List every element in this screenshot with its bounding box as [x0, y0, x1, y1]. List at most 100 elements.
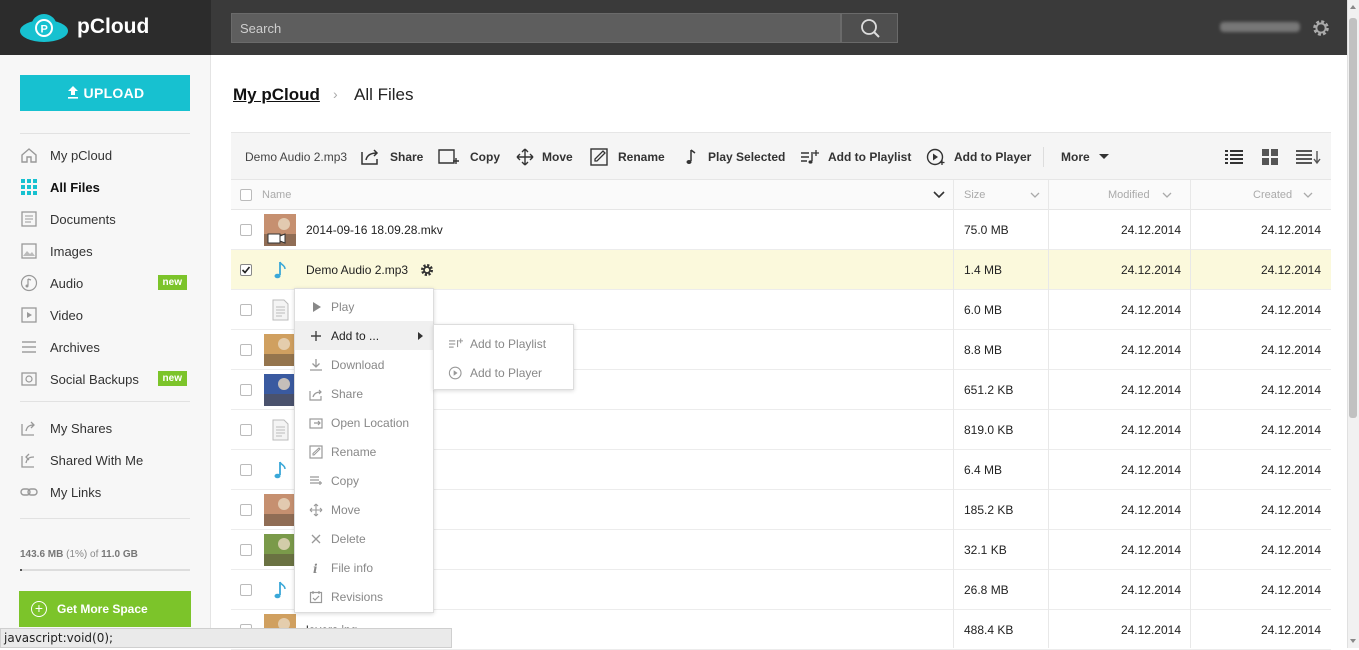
- backup-icon: [20, 370, 38, 388]
- more-label: More: [1061, 150, 1090, 164]
- sidebar-item-social-backups[interactable]: Social Backups new: [20, 368, 190, 390]
- context-menu-play[interactable]: Play: [295, 292, 433, 321]
- add-to-player-button[interactable]: Add to Player: [926, 133, 1031, 181]
- svg-text:i: i: [313, 562, 318, 575]
- logo-area[interactable]: P pCloud: [0, 0, 211, 55]
- sidebar-item-documents[interactable]: Documents: [20, 208, 190, 230]
- sidebar-divider: [20, 518, 190, 519]
- browser-status-bar: javascript:void(0);: [0, 628, 452, 648]
- gear-icon[interactable]: [419, 262, 435, 278]
- row-checkbox[interactable]: [240, 264, 252, 276]
- search-input[interactable]: [231, 13, 841, 43]
- search-button[interactable]: [841, 13, 898, 43]
- context-menu-open-location[interactable]: Open Location: [295, 408, 433, 437]
- file-name[interactable]: 2014-09-16 18.09.28.mkv: [306, 210, 443, 250]
- quota-percent: (1%) of: [66, 549, 99, 560]
- context-menu-download[interactable]: Download: [295, 350, 433, 379]
- row-checkbox[interactable]: [240, 504, 252, 516]
- file-size: 488.4 KB: [964, 623, 1014, 637]
- file-modified: 24.12.2014: [1120, 303, 1181, 317]
- chevron-down-icon[interactable]: [1303, 192, 1313, 199]
- user-email[interactable]: [1220, 22, 1300, 32]
- sidebar-item-label: My Links: [50, 484, 102, 500]
- scroll-up-arrow[interactable]: [1350, 5, 1356, 9]
- pcloud-logo-icon: P: [20, 14, 68, 42]
- context-menu-copy[interactable]: Copy: [295, 466, 433, 495]
- sidebar-item-my-links[interactable]: My Links: [20, 481, 190, 503]
- column-header-name[interactable]: Name: [262, 180, 291, 210]
- row-checkbox[interactable]: [240, 424, 252, 436]
- sidebar-item-my-pcloud[interactable]: My pCloud: [20, 144, 190, 166]
- context-menu-label: Revisions: [331, 589, 384, 604]
- sidebar-item-label: Social Backups: [50, 371, 139, 387]
- file-toolbar: Demo Audio 2.mp3 Share Copy Move Rename …: [231, 132, 1331, 180]
- document-icon: [20, 210, 38, 228]
- row-checkbox[interactable]: [240, 304, 252, 316]
- file-created: 24.12.2014: [1260, 223, 1321, 237]
- add-to-submenu: Add to Playlist Add to Player: [433, 324, 574, 390]
- row-checkbox[interactable]: [240, 224, 252, 236]
- sidebar-divider: [20, 401, 190, 402]
- copy-icon: [438, 149, 459, 164]
- revisions-icon: [309, 590, 323, 603]
- breadcrumb-my-pcloud[interactable]: My pCloud: [233, 85, 320, 105]
- playlist-add-icon: [449, 338, 463, 348]
- scroll-down-arrow[interactable]: [1350, 639, 1356, 643]
- column-header-size[interactable]: Size: [964, 180, 985, 210]
- sidebar-item-all-files[interactable]: All Files: [20, 176, 190, 198]
- context-menu-file-info[interactable]: i File info: [295, 553, 433, 582]
- row-checkbox[interactable]: [240, 584, 252, 596]
- chevron-down-icon[interactable]: [1162, 192, 1172, 199]
- submenu-add-to-player[interactable]: Add to Player: [434, 358, 573, 387]
- context-menu-move[interactable]: Move: [295, 495, 433, 524]
- context-menu-rename[interactable]: Rename: [295, 437, 433, 466]
- submenu-add-to-playlist[interactable]: Add to Playlist: [434, 329, 573, 358]
- scroll-thumb[interactable]: [1349, 18, 1357, 418]
- rename-icon: [590, 148, 608, 166]
- table-row[interactable]: 2014-09-16 18.09.28.mkv 75.0 MB 24.12.2014…: [231, 210, 1331, 250]
- sidebar-item-my-shares[interactable]: My Shares: [20, 417, 190, 439]
- context-menu-revisions[interactable]: Revisions: [295, 582, 433, 611]
- file-modified: 24.12.2014: [1120, 383, 1181, 397]
- row-checkbox[interactable]: [240, 344, 252, 356]
- file-modified: 24.12.2014: [1120, 543, 1181, 557]
- sidebar-item-audio[interactable]: Audio new: [20, 272, 190, 294]
- sidebar-item-shared-with-me[interactable]: Shared With Me: [20, 449, 190, 471]
- rename-button[interactable]: Rename: [590, 133, 665, 181]
- file-size: 1.4 MB: [964, 263, 1003, 277]
- chevron-down-icon[interactable]: [933, 191, 945, 199]
- get-more-space-button[interactable]: + Get More Space: [19, 591, 191, 627]
- column-header-created[interactable]: Created: [1253, 180, 1292, 210]
- more-button[interactable]: More: [1061, 133, 1110, 181]
- chevron-down-icon[interactable]: [1030, 192, 1040, 199]
- grid-view-button[interactable]: [1262, 133, 1286, 181]
- gear-icon[interactable]: [1310, 17, 1332, 39]
- sidebar-item-images[interactable]: Images: [20, 240, 190, 262]
- row-checkbox[interactable]: [240, 464, 252, 476]
- storage-quota-bar: [20, 569, 190, 571]
- sort-button[interactable]: [1296, 133, 1330, 181]
- file-table-header: Name Size Modified Created: [231, 180, 1331, 210]
- context-menu-add-to[interactable]: Add to ...: [295, 321, 433, 350]
- breadcrumb-current: All Files: [354, 85, 414, 104]
- sidebar-item-archives[interactable]: Archives: [20, 336, 190, 358]
- video-thumbnail: [264, 214, 296, 246]
- select-all-checkbox[interactable]: [240, 189, 252, 201]
- play-selected-button[interactable]: Play Selected: [684, 133, 785, 181]
- context-menu-share[interactable]: Share: [295, 379, 433, 408]
- context-menu-delete[interactable]: Delete: [295, 524, 433, 553]
- list-view-button[interactable]: [1225, 133, 1251, 181]
- column-header-modified[interactable]: Modified: [1108, 180, 1150, 210]
- share-button[interactable]: Share: [360, 133, 423, 181]
- move-button[interactable]: Move: [516, 133, 573, 181]
- add-to-playlist-button[interactable]: Add to Playlist: [800, 133, 911, 181]
- sidebar-item-video[interactable]: Video: [20, 304, 190, 326]
- row-checkbox[interactable]: [240, 384, 252, 396]
- upload-button[interactable]: UPLOAD: [20, 75, 190, 111]
- upload-icon: [67, 86, 78, 99]
- table-row[interactable]: Demo Audio 2.mp3 1.4 MB 24.12.2014 24.12.20…: [231, 250, 1331, 290]
- row-checkbox[interactable]: [240, 544, 252, 556]
- copy-button[interactable]: Copy: [438, 133, 500, 181]
- play-selected-label: Play Selected: [708, 150, 786, 164]
- file-name[interactable]: Demo Audio 2.mp3: [306, 250, 408, 290]
